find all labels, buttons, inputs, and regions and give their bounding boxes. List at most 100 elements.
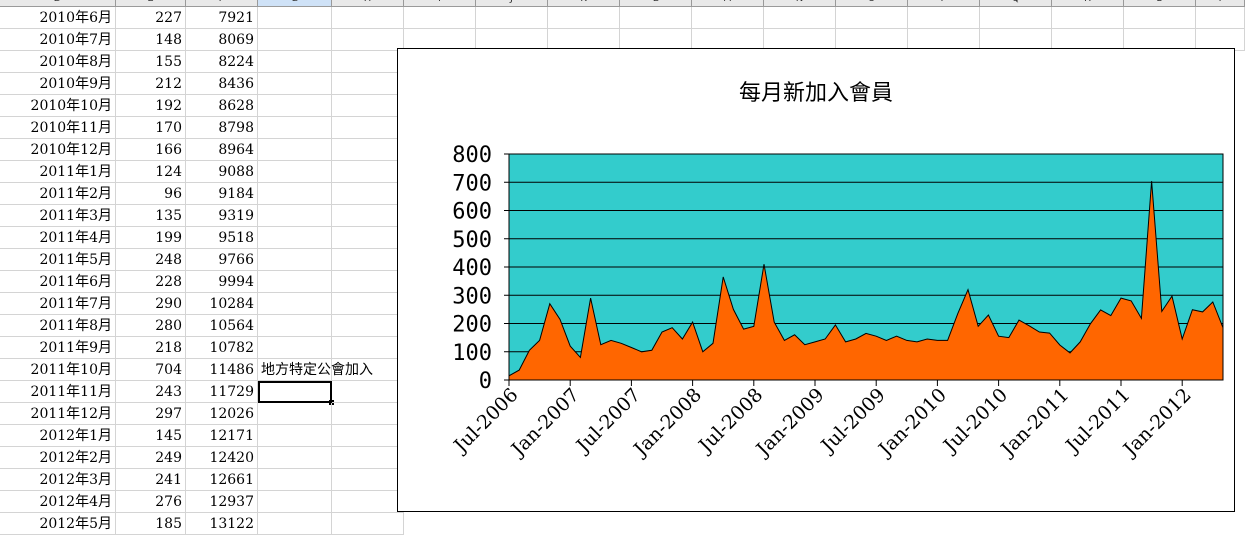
empty-cell[interactable] <box>258 183 332 205</box>
empty-cell[interactable] <box>332 183 404 205</box>
empty-cell[interactable] <box>332 469 404 491</box>
count-cell[interactable]: 155 <box>116 51 186 73</box>
empty-cell[interactable] <box>258 447 332 469</box>
date-cell[interactable]: 2011年2月 <box>0 183 116 205</box>
empty-cell[interactable] <box>332 381 404 403</box>
empty-cell[interactable] <box>258 271 332 293</box>
date-cell[interactable]: 2010年9月 <box>0 73 116 95</box>
date-cell[interactable]: 2010年6月 <box>0 7 116 29</box>
date-cell[interactable]: 2010年12月 <box>0 139 116 161</box>
count-cell[interactable]: 248 <box>116 249 186 271</box>
empty-cell[interactable] <box>258 29 332 51</box>
count-cell[interactable]: 212 <box>116 73 186 95</box>
empty-cell[interactable] <box>620 7 692 29</box>
count-cell[interactable]: 228 <box>116 271 186 293</box>
empty-cell[interactable] <box>258 293 332 315</box>
count-cell[interactable]: 199 <box>116 227 186 249</box>
empty-cell[interactable] <box>258 117 332 139</box>
count-cell[interactable]: 227 <box>116 7 186 29</box>
total-cell[interactable]: 10564 <box>186 315 258 337</box>
empty-cell[interactable] <box>332 271 404 293</box>
count-cell[interactable]: 276 <box>116 491 186 513</box>
empty-cell[interactable] <box>332 425 404 447</box>
total-cell[interactable]: 9766 <box>186 249 258 271</box>
column-header-J[interactable]: J <box>476 0 548 6</box>
empty-cell[interactable] <box>836 7 908 29</box>
count-cell[interactable]: 185 <box>116 513 186 535</box>
empty-cell[interactable] <box>258 95 332 117</box>
empty-cell[interactable] <box>258 7 332 29</box>
column-header-M[interactable]: M <box>692 0 764 6</box>
date-cell[interactable]: 2010年8月 <box>0 51 116 73</box>
empty-cell[interactable] <box>258 227 332 249</box>
count-cell[interactable]: 124 <box>116 161 186 183</box>
count-cell[interactable]: 243 <box>116 381 186 403</box>
column-header-O[interactable]: O <box>836 0 908 6</box>
total-cell[interactable]: 8964 <box>186 139 258 161</box>
total-cell[interactable]: 12661 <box>186 469 258 491</box>
total-cell[interactable]: 9088 <box>186 161 258 183</box>
date-cell[interactable]: 2011年6月 <box>0 271 116 293</box>
column-header-H[interactable]: H <box>332 0 404 6</box>
empty-cell[interactable] <box>332 315 404 337</box>
column-header-R[interactable]: R <box>1052 0 1124 6</box>
date-cell[interactable]: 2011年3月 <box>0 205 116 227</box>
date-cell[interactable]: 2010年7月 <box>0 29 116 51</box>
empty-cell[interactable] <box>332 359 404 381</box>
empty-cell[interactable] <box>258 73 332 95</box>
total-cell[interactable]: 9994 <box>186 271 258 293</box>
count-cell[interactable]: 145 <box>116 425 186 447</box>
total-cell[interactable]: 8628 <box>186 95 258 117</box>
count-cell[interactable]: 249 <box>116 447 186 469</box>
empty-cell[interactable] <box>258 337 332 359</box>
date-cell[interactable]: 2011年10月 <box>0 359 116 381</box>
empty-cell[interactable] <box>332 337 404 359</box>
date-cell[interactable]: 2012年3月 <box>0 469 116 491</box>
count-cell[interactable]: 704 <box>116 359 186 381</box>
empty-cell[interactable] <box>764 7 836 29</box>
total-cell[interactable]: 12420 <box>186 447 258 469</box>
total-cell[interactable]: 9184 <box>186 183 258 205</box>
count-cell[interactable]: 96 <box>116 183 186 205</box>
total-cell[interactable]: 10782 <box>186 337 258 359</box>
date-cell[interactable]: 2011年4月 <box>0 227 116 249</box>
empty-cell[interactable] <box>332 249 404 271</box>
total-cell[interactable]: 12937 <box>186 491 258 513</box>
empty-cell[interactable] <box>258 381 334 405</box>
count-cell[interactable]: 148 <box>116 29 186 51</box>
empty-cell[interactable] <box>980 7 1052 29</box>
date-cell[interactable]: 2011年9月 <box>0 337 116 359</box>
empty-cell[interactable] <box>1124 7 1196 29</box>
empty-cell[interactable] <box>332 51 404 73</box>
empty-cell[interactable] <box>332 7 404 29</box>
count-cell[interactable]: 135 <box>116 205 186 227</box>
empty-cell[interactable] <box>908 7 980 29</box>
date-cell[interactable]: 2011年1月 <box>0 161 116 183</box>
date-cell[interactable]: 2012年2月 <box>0 447 116 469</box>
date-cell[interactable]: 2011年8月 <box>0 315 116 337</box>
empty-cell[interactable] <box>548 7 620 29</box>
total-cell[interactable]: 11486 <box>186 359 258 381</box>
count-cell[interactable]: 280 <box>116 315 186 337</box>
count-cell[interactable]: 170 <box>116 117 186 139</box>
empty-cell[interactable] <box>332 205 404 227</box>
empty-cell[interactable] <box>404 7 476 29</box>
empty-cell[interactable] <box>332 73 404 95</box>
empty-cell[interactable] <box>258 161 332 183</box>
empty-cell[interactable] <box>476 7 548 29</box>
empty-cell[interactable] <box>258 139 332 161</box>
count-cell[interactable]: 297 <box>116 403 186 425</box>
date-cell[interactable]: 2011年7月 <box>0 293 116 315</box>
empty-cell[interactable] <box>258 51 332 73</box>
empty-cell[interactable] <box>332 491 404 513</box>
date-cell[interactable]: 2011年5月 <box>0 249 116 271</box>
chart-object[interactable]: 每月新加入會員 0 100 200 300 400 500 600 700 800 Jul-200… <box>397 48 1235 512</box>
count-cell[interactable]: 218 <box>116 337 186 359</box>
total-cell[interactable]: 8069 <box>186 29 258 51</box>
column-header-T[interactable]: T <box>1196 0 1245 6</box>
empty-cell[interactable] <box>332 293 404 315</box>
column-header-D[interactable]: D <box>0 0 116 6</box>
date-cell[interactable]: 2012年1月 <box>0 425 116 447</box>
column-header-F[interactable]: F <box>186 0 258 6</box>
empty-cell[interactable] <box>1196 7 1245 29</box>
